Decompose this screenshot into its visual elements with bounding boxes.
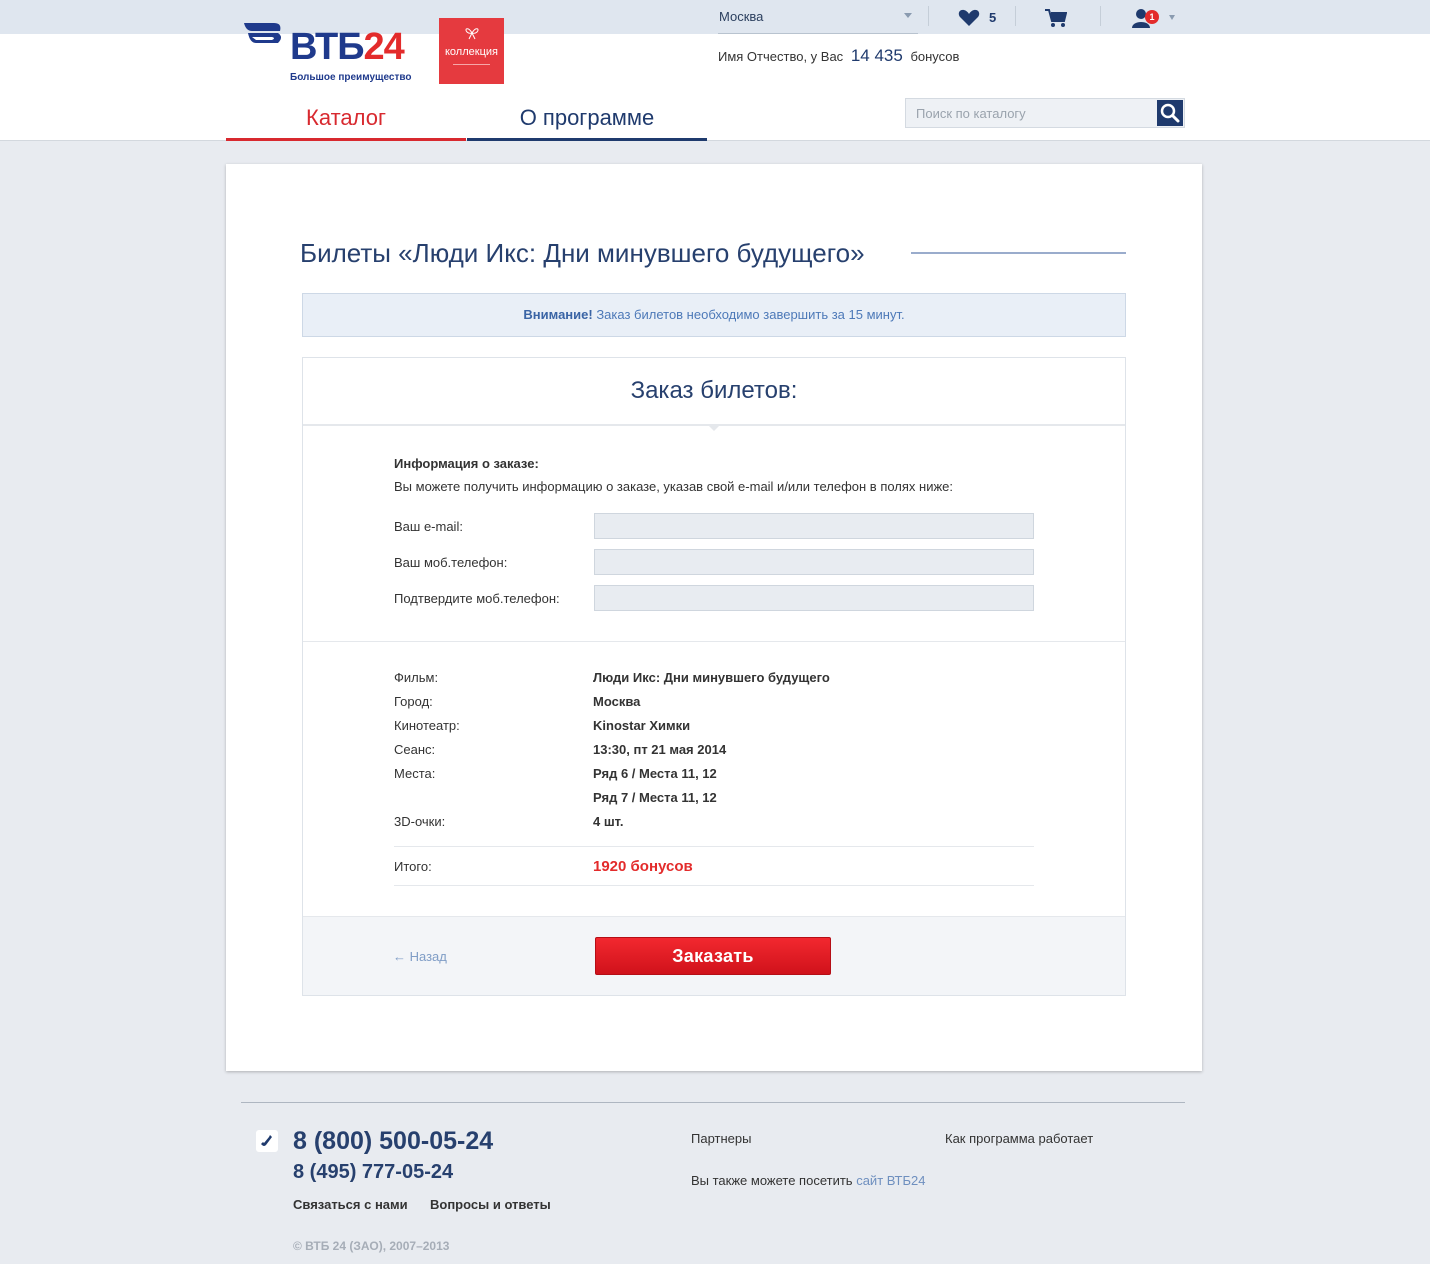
footer-divider <box>241 1102 1185 1103</box>
phone-confirm-field[interactable] <box>594 585 1034 611</box>
dropdown-arrow-icon[interactable] <box>1169 15 1175 20</box>
tab-catalog[interactable]: Каталог <box>226 104 466 141</box>
time-limit-notice: Внимание! Заказ билетов необходимо завер… <box>302 293 1126 337</box>
tab-about-label: О программе <box>519 105 655 130</box>
notification-badge: 1 <box>1145 10 1159 24</box>
vtb-bird-icon <box>244 23 281 43</box>
vtb24-logo[interactable]: ВТБ24 Большое преимущество <box>242 17 412 85</box>
badge-label: коллекция <box>445 46 498 58</box>
order-submit-button[interactable]: Заказать <box>595 937 831 975</box>
total-divider <box>394 885 1034 886</box>
how-it-works-link[interactable]: Как программа работает <box>945 1131 1093 1146</box>
order-heading: Заказ билетов: <box>630 377 798 404</box>
header <box>0 34 1430 141</box>
header-separator <box>928 6 929 26</box>
film-label: Фильм: <box>394 670 439 685</box>
search-input[interactable] <box>906 99 1155 127</box>
greeting-prefix: Имя Отчество, у Вас <box>718 49 844 64</box>
section-divider <box>303 641 1125 642</box>
email-label: Ваш e-mail: <box>394 519 463 534</box>
seats-value-2: Ряд 7 / Места 11, 12 <box>593 790 717 805</box>
session-label: Сеанс: <box>394 742 436 757</box>
badge-divider <box>453 64 490 65</box>
header-separator <box>1015 6 1016 26</box>
header-pointer <box>707 424 721 431</box>
info-title: Информация о заказе: <box>394 456 539 471</box>
back-link[interactable]: ← Назад <box>393 949 447 964</box>
order-form: Заказ билетов: Информация о заказе: Вы м… <box>302 357 1126 996</box>
dropdown-arrow-icon <box>904 13 912 18</box>
collection-badge[interactable]: коллекция <box>439 18 504 84</box>
phone-field[interactable] <box>594 549 1034 575</box>
bonus-amount: 14 435 <box>850 46 903 65</box>
city-detail-value: Москва <box>593 694 641 709</box>
faq-link[interactable]: Вопросы и ответы <box>430 1197 551 1212</box>
seats-label: Места: <box>394 766 436 781</box>
visit-prefix: Вы также можете посетить <box>691 1173 853 1188</box>
logo-slogan: Большое преимущество <box>290 72 412 83</box>
logo-wordmark: ВТБ24 <box>290 26 405 68</box>
session-value: 13:30, пт 21 мая 2014 <box>593 742 727 757</box>
visit-text: Вы также можете посетить сайт ВТБ24 <box>691 1173 926 1188</box>
tab-catalog-label: Каталог <box>306 105 386 130</box>
email-field[interactable] <box>594 513 1034 539</box>
order-actions: ← Назад Заказать <box>303 916 1125 995</box>
seats-value-1: Ряд 6 / Места 11, 12 <box>593 766 717 781</box>
phone-main[interactable]: 8 (800) 500-05-24 <box>293 1127 493 1156</box>
phone-label: Ваш моб.телефон: <box>394 555 508 570</box>
glasses-label: 3D-очки: <box>394 814 446 829</box>
total-divider <box>394 846 1034 847</box>
city-select[interactable]: Москва <box>718 0 918 34</box>
glasses-value: 4 шт. <box>593 814 624 829</box>
tab-about[interactable]: О программе <box>467 104 707 141</box>
info-description: Вы можете получить информацию о заказе, … <box>394 479 954 494</box>
order-header: Заказ билетов: <box>303 358 1125 426</box>
header-separator <box>1100 6 1101 26</box>
total-label: Итого: <box>394 859 432 874</box>
cinema-value: Kinostar Химки <box>593 718 691 733</box>
phone-confirm-label: Подтвердите моб.телефон: <box>394 591 560 606</box>
heart-icon[interactable] <box>958 9 980 27</box>
copyright: © ВТБ 24 (ЗАО), 2007–2013 <box>293 1239 450 1253</box>
phone-glyph-icon <box>261 1135 272 1146</box>
cart-icon[interactable] <box>1045 8 1067 28</box>
favorites-count: 5 <box>989 10 997 25</box>
title-decoration-line <box>911 252 1126 254</box>
contact-link[interactable]: Связаться с нами <box>293 1197 408 1212</box>
city-label: Город: <box>394 694 433 709</box>
page-title: Билеты «Люди Икс: Дни минувшего будущего… <box>300 238 865 268</box>
cinema-label: Кинотеатр: <box>394 718 460 733</box>
search-button[interactable] <box>1157 100 1183 126</box>
notice-text: Заказ билетов необходимо завершить за 15… <box>596 307 905 322</box>
bonus-suffix: бонусов <box>910 49 960 64</box>
search-icon <box>1160 103 1180 123</box>
phone-alt[interactable]: 8 (495) 777-05-24 <box>293 1161 453 1184</box>
total-value: 1920 бонусов <box>593 858 693 875</box>
partners-link[interactable]: Партнеры <box>691 1131 751 1146</box>
user-greeting: Имя Отчество, у Вас 14 435 бонусов <box>718 46 959 66</box>
city-value: Москва <box>719 9 764 24</box>
gift-bow-icon <box>465 28 479 40</box>
catalog-search <box>905 98 1185 128</box>
phone-icon <box>256 1130 278 1152</box>
top-strip <box>0 0 1430 34</box>
notice-bold: Внимание! <box>523 307 593 322</box>
film-value: Люди Икс: Дни минувшего будущего <box>593 670 830 685</box>
main-card: Билеты «Люди Икс: Дни минувшего будущего… <box>226 164 1202 1071</box>
vtb24-site-link[interactable]: сайт ВТБ24 <box>856 1173 925 1188</box>
